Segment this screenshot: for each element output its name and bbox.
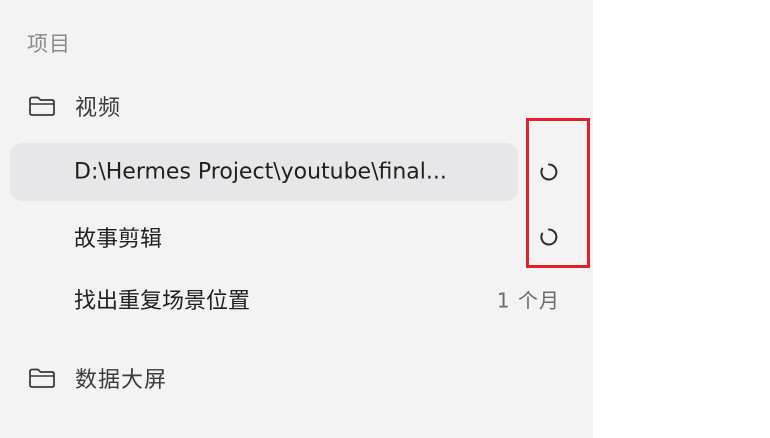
folder-label: 视频 (75, 96, 122, 121)
project-sidebar: 项目 视频 D:\Hermes Project\youtube\final...… (0, 0, 593, 438)
project-item-label: 找出重复场景位置 (74, 289, 251, 314)
project-item-duplicate-scenes[interactable]: 找出重复场景位置 1 个月 (10, 270, 559, 328)
project-item-story-edit[interactable]: 故事剪辑 (10, 208, 518, 266)
folder-label: 数据大屏 (75, 368, 168, 393)
project-item-label: 故事剪辑 (74, 227, 163, 252)
project-item-hermes[interactable]: D:\Hermes Project\youtube\final... (10, 143, 518, 201)
project-item-label: D:\Hermes Project\youtube\final... (74, 159, 447, 185)
folder-icon (29, 368, 55, 388)
folder-data-dashboard[interactable]: 数据大屏 (0, 356, 593, 400)
app-window: 项目 视频 D:\Hermes Project\youtube\final...… (0, 0, 770, 438)
folder-icon (29, 96, 55, 116)
project-item-timestamp: 1 个月 (496, 288, 560, 313)
folder-videos[interactable]: 视频 (0, 84, 593, 128)
section-header-projects: 项目 (27, 32, 71, 56)
annotation-highlight-box (526, 118, 590, 268)
